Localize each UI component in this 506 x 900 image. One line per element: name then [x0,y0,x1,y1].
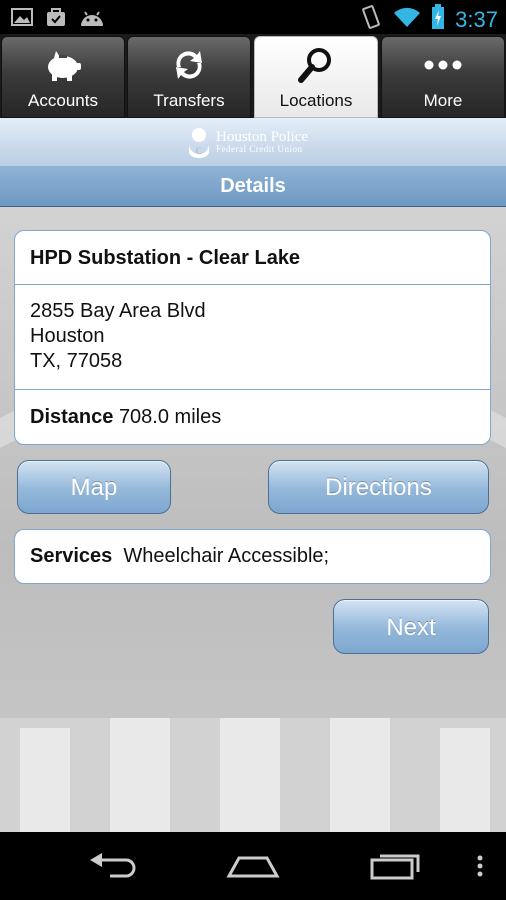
recent-apps-icon[interactable] [368,850,424,882]
system-nav-bar [0,832,506,900]
map-button[interactable]: Map [17,460,171,514]
address-line1: 2855 Bay Area Blvd [30,300,206,322]
directions-button[interactable]: Directions [268,460,489,514]
checkbag-icon [44,6,68,28]
svg-text:C: C [196,146,202,156]
battery-charging-icon [431,4,445,35]
gallery-icon [10,6,34,28]
piggy-bank-icon [43,45,83,85]
home-icon[interactable] [225,850,281,882]
menu-overflow-icon[interactable] [470,850,490,882]
services-row: Services Wheelchair Accessible; [15,530,490,583]
details-title-bar: Details [0,166,506,207]
more-dots-icon [423,45,463,85]
police-badge-icon: C [189,128,209,158]
logo-line2: Federal Credit Union [216,144,303,154]
brand-header: C Houston Police Federal Credit Union [0,118,506,167]
transfer-arrows-icon [169,45,209,85]
tab-locations-label: Locations [279,91,353,110]
next-button[interactable]: Next [333,599,489,654]
tab-transfers-label: Transfers [153,91,225,110]
services-label: Services [30,545,113,567]
hpfcu-logo: C Houston Police Federal Credit Union [186,126,308,158]
clock-time: 3:37 [455,6,498,32]
tab-locations[interactable]: Locations [254,36,378,118]
tab-more-label: More [423,91,463,110]
tab-transfers[interactable]: Transfers [127,36,251,118]
content-area: C Houston Police Federal Credit Union De… [0,118,506,832]
distance-label: Distance [30,406,114,428]
logo-line1: Houston Police [216,129,309,145]
tab-more[interactable]: More [381,36,505,118]
tab-accounts[interactable]: Accounts [1,36,125,118]
address-line2: Houston [30,325,105,347]
location-name: HPD Substation - Clear Lake [15,231,490,285]
tab-accounts-label: Accounts [28,91,98,110]
vibrate-icon [359,4,383,35]
tab-bar: Accounts Transfers Locations More [0,34,506,118]
back-icon[interactable] [86,850,142,882]
services-value: Wheelchair Accessible; [123,545,330,567]
android-icon [78,6,103,28]
magnifier-icon [296,45,336,85]
services-card: Services Wheelchair Accessible; [14,529,491,584]
location-card: HPD Substation - Clear Lake 2855 Bay Are… [14,230,491,445]
location-address: 2855 Bay Area Blvd Houston TX, 77058 [15,285,490,390]
distance-value: 708.0 miles [118,406,222,428]
status-bar: 3:37 [0,0,506,34]
wifi-icon [393,5,421,34]
location-distance: Distance 708.0 miles [15,390,490,444]
page-title: Details [220,175,286,197]
address-line3: TX, 77058 [30,350,123,372]
